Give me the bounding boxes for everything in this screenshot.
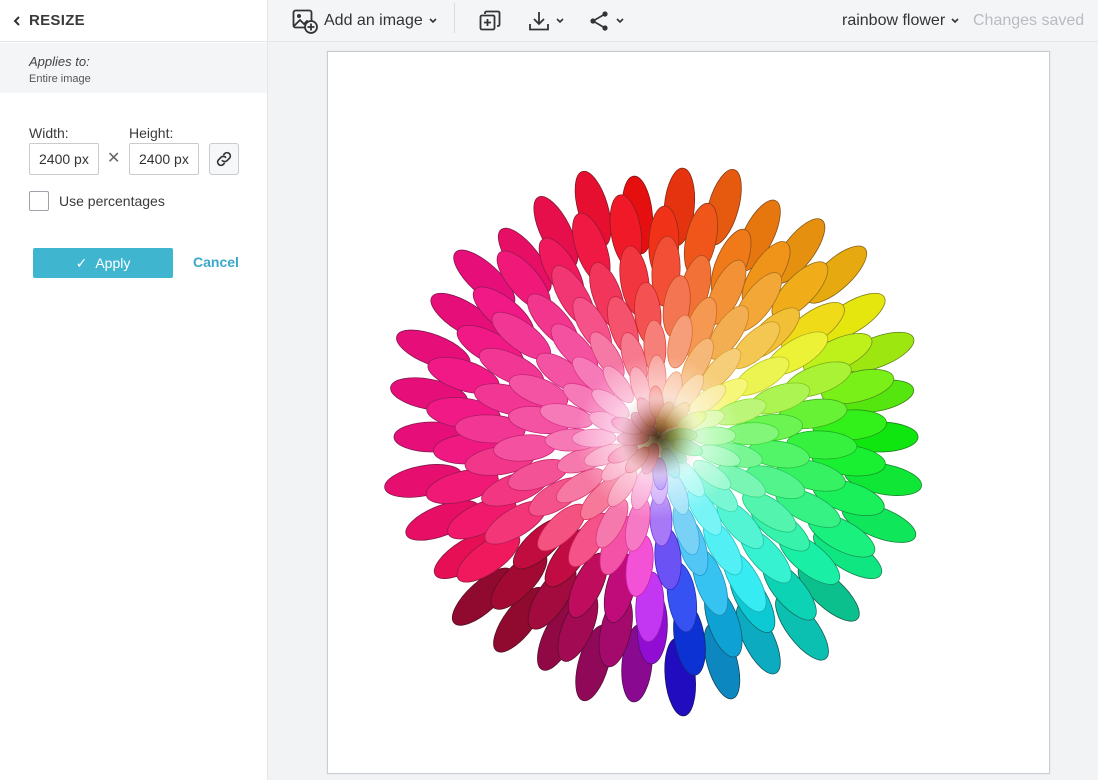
download-icon [529, 12, 549, 31]
back-to-tools[interactable]: RESIZE [0, 0, 267, 42]
cancel-button[interactable]: Cancel [193, 254, 239, 270]
duplicate-icon [479, 10, 501, 31]
save-status-text: Changes saved [973, 12, 1085, 29]
height-input[interactable] [129, 143, 199, 175]
toolbar-divider [454, 3, 455, 33]
chevron-left-icon [13, 15, 20, 26]
share-icon [590, 11, 608, 31]
link-icon [216, 151, 232, 167]
checkmark-icon: ✓ [75, 254, 88, 271]
top-toolbar: Add an image rainbow flower Changes save… [268, 0, 1098, 42]
use-percentages-label[interactable]: Use percentages [59, 193, 165, 209]
apply-button[interactable]: ✓ Apply [33, 248, 173, 278]
add-image-button[interactable]: Add an image [292, 0, 438, 42]
image-canvas[interactable] [327, 51, 1050, 774]
width-input[interactable] [29, 143, 99, 175]
share-button[interactable] [588, 0, 625, 42]
lock-aspect-ratio-button[interactable] [209, 143, 239, 175]
save-status: Changes saved [973, 0, 1084, 42]
times-icon: ✕ [107, 150, 121, 167]
document-name-menu[interactable]: rainbow flower [842, 0, 960, 42]
document-name: rainbow flower [842, 12, 946, 29]
apply-label: Apply [95, 255, 131, 271]
download-button[interactable] [528, 0, 565, 42]
chevron-down-icon [556, 18, 564, 24]
rainbow-flower-image [384, 167, 922, 717]
resize-panel: RESIZE Applies to: Entire image Width: H… [0, 0, 268, 780]
chevron-down-icon [429, 18, 437, 24]
chevron-down-icon [616, 18, 624, 24]
width-label: Width: [29, 125, 69, 141]
chevron-down-icon [951, 18, 959, 24]
applies-to-section: Applies to: Entire image [0, 43, 267, 93]
add-image-label: Add an image [324, 12, 423, 29]
applies-to-value: Entire image [29, 73, 91, 85]
use-percentages-checkbox[interactable] [29, 191, 49, 211]
image-add-icon [292, 9, 318, 34]
applies-to-label: Applies to: [29, 54, 90, 69]
panel-title: RESIZE [29, 12, 85, 29]
duplicate-button[interactable] [479, 0, 501, 42]
height-label: Height: [129, 125, 174, 141]
